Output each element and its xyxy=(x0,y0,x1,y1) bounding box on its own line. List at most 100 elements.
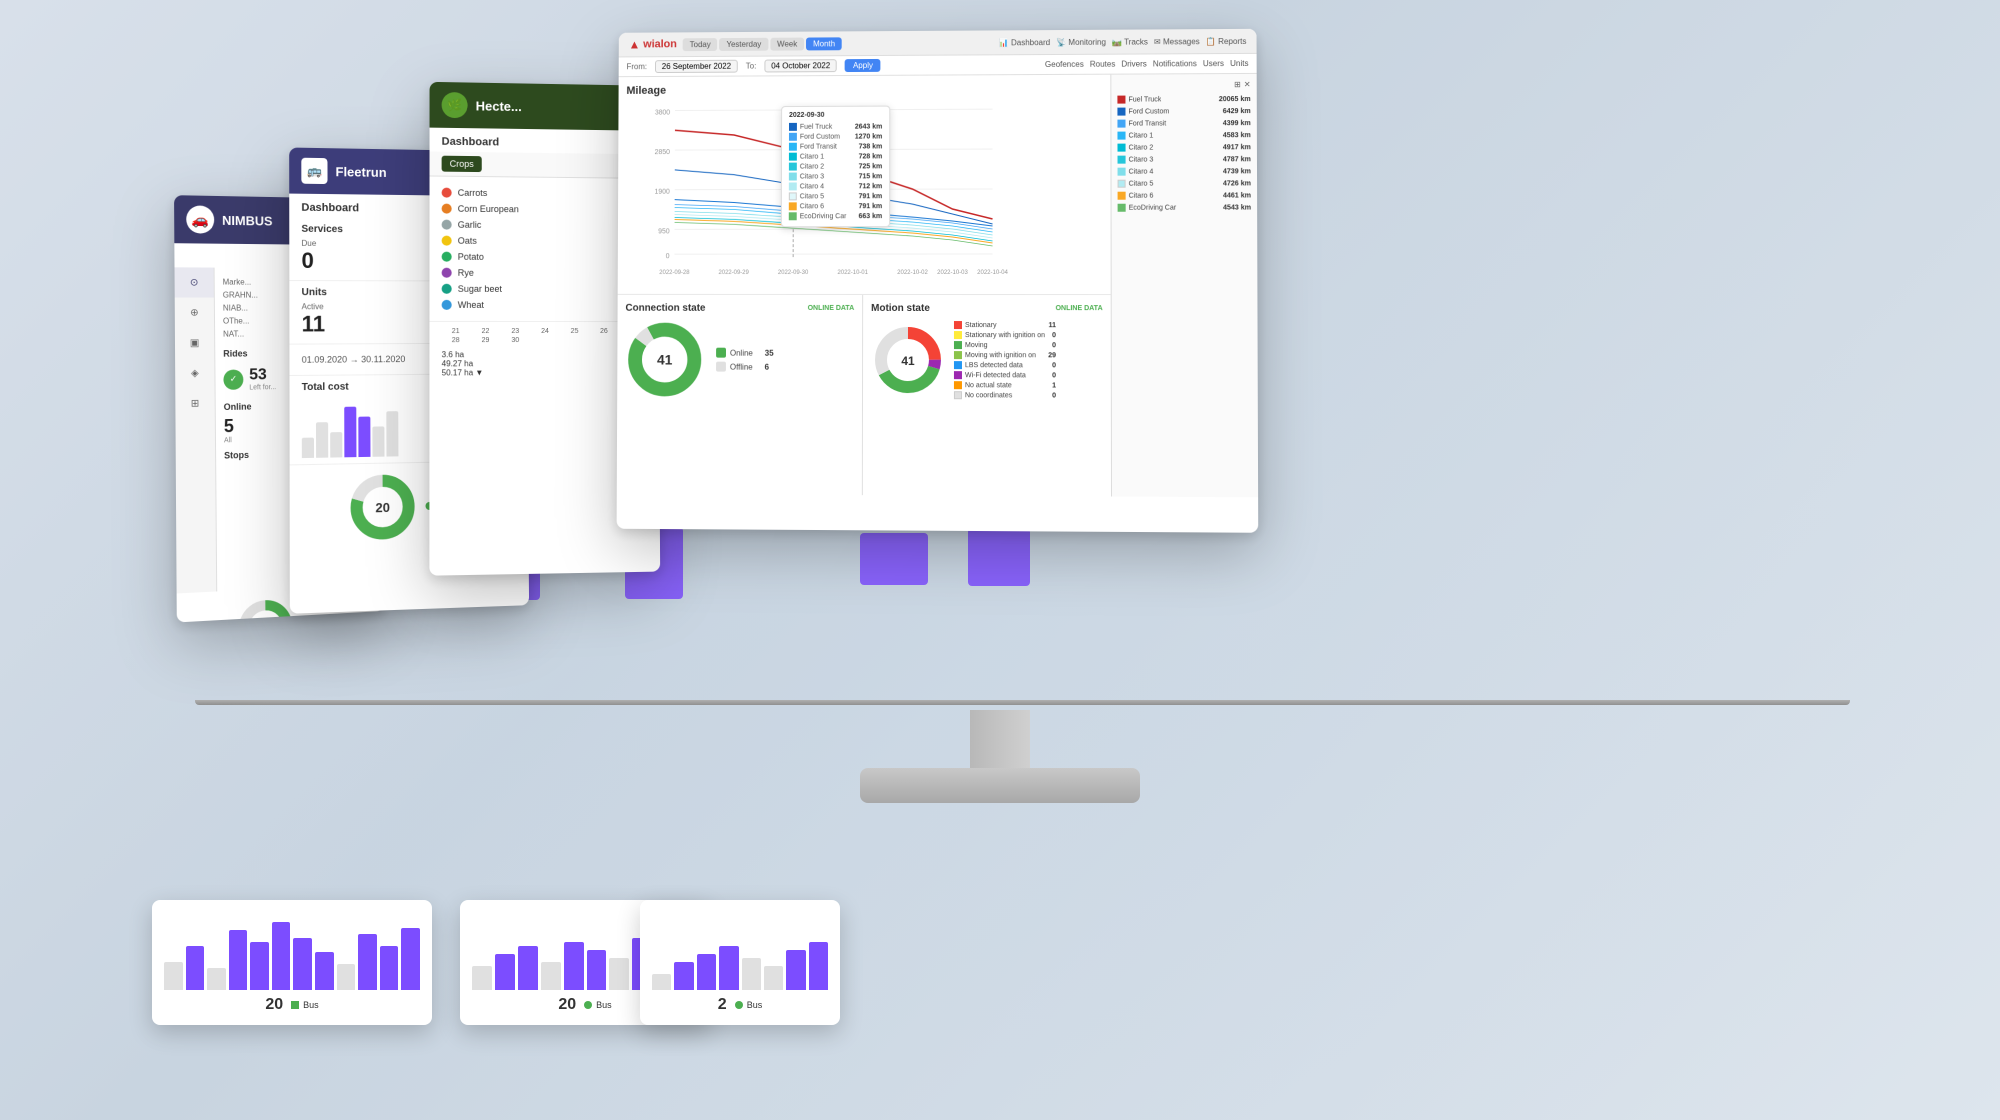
legend-citaro1: Citaro 1 4583 km xyxy=(1117,129,1250,142)
wialon-logo-text: wialon xyxy=(643,38,677,50)
wialon-tab-month[interactable]: Month xyxy=(806,37,842,50)
tooltip-citaro5: Citaro 5 791 km xyxy=(789,191,882,201)
nimbus-nav: ⊙ ⊕ ▣ ◈ ⊞ xyxy=(175,267,218,593)
offline-count: 6 xyxy=(765,362,769,371)
oats-dot xyxy=(442,236,452,246)
motion-legend: Stationary 11 Stationary with ignition o… xyxy=(954,320,1056,400)
panel-close-btn[interactable]: ✕ xyxy=(1244,80,1251,89)
wialon-nav-messages[interactable]: ✉ Messages xyxy=(1154,37,1200,46)
lbs-count: 0 xyxy=(1052,362,1056,369)
svg-text:2022-09-28: 2022-09-28 xyxy=(659,270,690,276)
tooltip-label-4: Citaro 1 xyxy=(800,153,856,160)
hecterra-stat-1: 3.6 ha xyxy=(442,350,647,359)
legend-val-citaro5: 4726 km xyxy=(1223,180,1251,187)
legend-citaro2: Citaro 2 4917 km xyxy=(1117,141,1250,153)
svg-text:2022-10-02: 2022-10-02 xyxy=(897,270,928,276)
bar-chart-label-2: Bus xyxy=(596,1000,612,1010)
wialon-nav-dashboard[interactable]: 📊 Dashboard xyxy=(999,38,1050,47)
legend-label-ecodriving: EcoDriving Car xyxy=(1129,204,1220,211)
wheat-label: Wheat xyxy=(458,300,484,310)
wialon-date-to[interactable]: 04 October 2022 xyxy=(764,59,837,72)
wheat-dot xyxy=(442,300,452,310)
tooltip-label-2: Ford Custom xyxy=(800,133,852,140)
wialon-geofences[interactable]: Geofences xyxy=(1045,60,1084,69)
wialon-users[interactable]: Users xyxy=(1203,59,1224,68)
wialon-tab-yesterday[interactable]: Yesterday xyxy=(720,37,769,50)
stat-ignition-label: Stationary with ignition on xyxy=(965,332,1045,339)
nimbus-nav-item-2[interactable]: ⊕ xyxy=(175,298,214,328)
tooltip-val-5: 725 km xyxy=(859,163,883,170)
wialon-drivers[interactable]: Drivers xyxy=(1121,59,1147,68)
oats-label: Oats xyxy=(458,236,477,246)
tooltip-label-7: Citaro 4 xyxy=(800,183,856,190)
wialon-card: ▲ wialon Today Yesterday Week Month 📊 Da… xyxy=(617,29,1259,533)
wialon-nav-reports[interactable]: 📋 Reports xyxy=(1206,36,1247,45)
hecterra-legend-garlic: Garlic xyxy=(442,217,647,234)
svg-text:0: 0 xyxy=(666,253,670,260)
bar-chart-indicator-3: Bus xyxy=(735,1000,763,1010)
bar-chart-card-3: 2 Bus xyxy=(640,900,840,1025)
wialon-logo-icon: ▲ xyxy=(629,38,641,52)
wifi-label: Wi-Fi detected data xyxy=(965,372,1045,379)
nimbus-title: NIMBUS xyxy=(222,212,272,228)
hecterra-legend-corn: Corn European xyxy=(442,201,647,219)
legend-label-citaro3: Citaro 3 xyxy=(1129,156,1220,163)
wialon-tab-week[interactable]: Week xyxy=(770,37,804,50)
nimbus-nav-item-4[interactable]: ◈ xyxy=(175,358,214,389)
wialon-logo: ▲ wialon xyxy=(629,37,677,51)
nimbus-nav-item-1[interactable]: ⊙ xyxy=(175,267,214,297)
wialon-chart-tooltip: 2022-09-30 Fuel Truck 2643 km Ford Custo… xyxy=(781,106,890,228)
tooltip-val-1: 2643 km xyxy=(855,123,882,130)
connection-donut: 41 xyxy=(625,320,704,400)
wialon-date-from[interactable]: 26 September 2022 xyxy=(655,60,738,73)
wialon-mileage-title: Mileage xyxy=(626,83,1102,97)
purple-block-4 xyxy=(968,528,1030,586)
nimbus-rides-count: 53 xyxy=(249,366,276,384)
online-count: 35 xyxy=(765,348,774,357)
hecterra-legend-potato: Potato xyxy=(442,249,647,266)
wialon-tab-today[interactable]: Today xyxy=(683,38,718,51)
legend-val-citaro6: 4461 km xyxy=(1223,192,1251,199)
garlic-label: Garlic xyxy=(458,220,482,230)
fleetrun-logo: 🚌 xyxy=(301,158,327,184)
connection-content: 41 Online 35 Offline 6 xyxy=(625,320,854,400)
tooltip-label-1: Fuel Truck xyxy=(800,123,852,130)
svg-text:41: 41 xyxy=(901,353,915,367)
bar-chart-label-1: Bus xyxy=(303,1000,319,1010)
stationary-count: 11 xyxy=(1049,322,1056,329)
legend-val-fuel: 20065 km xyxy=(1219,96,1251,103)
monitor-bottom-edge xyxy=(195,700,1850,705)
wialon-routes[interactable]: Routes xyxy=(1090,60,1116,69)
hecterra-crops-tab[interactable]: Crops xyxy=(442,156,482,172)
bar-chart-indicator-1: Bus xyxy=(291,1000,319,1010)
corn-label: Corn European xyxy=(458,204,519,214)
tooltip-ecodriving: EcoDriving Car 663 km xyxy=(789,211,882,221)
mov-ignition-count: 29 xyxy=(1048,352,1056,359)
tooltip-label-8: Citaro 5 xyxy=(800,193,856,200)
tooltip-label-10: EcoDriving Car xyxy=(800,213,856,220)
legend-fuel-truck: Fuel Truck 20065 km xyxy=(1117,93,1250,106)
panel-collapse-btn[interactable]: ⊞ xyxy=(1234,80,1241,89)
monitor-stand-neck xyxy=(970,710,1030,770)
fleetrun-title: Fleetrun xyxy=(336,164,387,180)
wialon-nav-tracks[interactable]: 🛤️ Tracks xyxy=(1112,37,1148,46)
no-coords-label: No coordinates xyxy=(965,392,1045,399)
legend-citaro6: Citaro 6 4461 km xyxy=(1118,189,1251,201)
tooltip-citaro6: Citaro 6 791 km xyxy=(789,201,882,211)
hecterra-calendar: 21222324252627 282930 xyxy=(442,328,647,344)
nimbus-rides-badge: ✓ xyxy=(223,369,243,389)
wialon-main-content: Mileage 3800 2850 1900 950 0 xyxy=(617,74,1258,497)
wialon-nav-monitoring[interactable]: 📡 Monitoring xyxy=(1056,37,1106,46)
bar-chart-card-1: 20 Bus xyxy=(152,900,432,1025)
nimbus-nav-item-5[interactable]: ⊞ xyxy=(175,388,215,419)
nimbus-nav-item-3[interactable]: ▣ xyxy=(175,328,214,359)
tooltip-val-8: 791 km xyxy=(859,193,883,200)
legend-label-ford-custom: Ford Custom xyxy=(1129,108,1220,115)
legend-label-citaro4: Citaro 4 xyxy=(1129,168,1220,175)
motion-content: 41 Stationary 11 Stationary with ignitio… xyxy=(871,320,1103,401)
wialon-notifications[interactable]: Notifications xyxy=(1153,59,1197,68)
tooltip-label-5: Citaro 2 xyxy=(800,163,856,170)
hecterra-title: Hecte... xyxy=(476,98,522,114)
wialon-apply-button[interactable]: Apply xyxy=(845,59,881,72)
wialon-units[interactable]: Units xyxy=(1230,59,1248,68)
